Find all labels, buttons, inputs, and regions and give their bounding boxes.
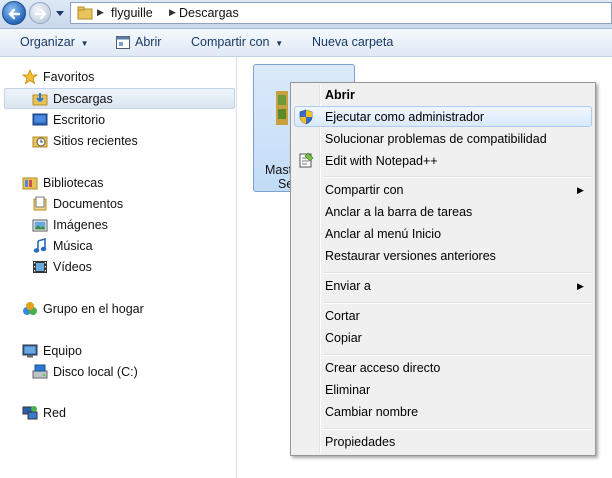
nav-escritorio[interactable]: Escritorio: [53, 113, 105, 127]
nav-disco-local[interactable]: Disco local (C:): [53, 365, 138, 379]
menu-separator: [323, 272, 593, 274]
menu-item-eliminar[interactable]: Eliminar: [325, 383, 370, 397]
network-icon: [22, 406, 38, 420]
share-with-button[interactable]: Compartir con ▼: [191, 35, 283, 49]
menu-item-crear-acceso-directo[interactable]: Crear acceso directo: [325, 361, 440, 375]
menu-item-cambiar-nombre[interactable]: Cambiar nombre: [325, 405, 418, 419]
open-button[interactable]: [116, 36, 130, 50]
share-with-label: Compartir con: [191, 35, 270, 49]
submenu-arrow-icon: ▶: [577, 281, 584, 291]
address-bar-area: ▶ flyguille ▶ Descargas: [0, 0, 612, 29]
open-label[interactable]: Abrir: [135, 35, 161, 49]
navigation-pane: Favoritos Descargas Escritorio Sitios re…: [0, 57, 237, 478]
nav-equipo[interactable]: Equipo: [43, 344, 82, 358]
menu-icon-gutter: [319, 85, 321, 453]
uac-shield-icon: [299, 109, 313, 125]
address-box[interactable]: ▶ flyguille ▶ Descargas: [70, 2, 612, 24]
nav-red[interactable]: Red: [43, 406, 66, 420]
menu-separator: [323, 354, 593, 356]
menu-item-abrir[interactable]: Abrir: [325, 88, 355, 102]
menu-item-copiar[interactable]: Copiar: [325, 331, 362, 345]
recent-pages-dropdown-icon[interactable]: [55, 10, 65, 18]
menu-item-anclar-barra-tareas[interactable]: Anclar a la barra de tareas: [325, 205, 472, 219]
forward-arrow-icon: [34, 8, 47, 20]
breadcrumb-flyguille[interactable]: flyguille: [111, 6, 153, 20]
submenu-arrow-icon: ▶: [577, 185, 584, 195]
nav-sitios-recientes[interactable]: Sitios recientes: [53, 134, 138, 148]
nav-imagenes[interactable]: Imágenes: [53, 218, 108, 232]
nav-documentos[interactable]: Documentos: [53, 197, 123, 211]
nav-musica[interactable]: Música: [53, 239, 93, 253]
documents-icon: [33, 196, 47, 211]
menu-item-enviar-a[interactable]: Enviar a: [325, 279, 371, 293]
desktop-icon: [32, 113, 48, 126]
organize-label: Organizar: [20, 35, 75, 49]
menu-separator: [323, 302, 593, 304]
menu-item-solucionar-compatibilidad[interactable]: Solucionar problemas de compatibilidad: [325, 132, 547, 146]
local-disk-icon: [32, 364, 48, 379]
nav-grupo-hogar[interactable]: Grupo en el hogar: [43, 302, 144, 316]
breadcrumb-separator-icon[interactable]: ▶: [169, 7, 176, 18]
downloads-folder-icon: [32, 93, 48, 106]
menu-item-edit-notepad[interactable]: Edit with Notepad++: [325, 154, 438, 168]
nav-favorites[interactable]: Favoritos: [43, 70, 94, 84]
new-folder-button[interactable]: Nueva carpeta: [312, 35, 393, 49]
music-icon: [33, 238, 47, 253]
menu-item-compartir-con[interactable]: Compartir con: [325, 183, 404, 197]
chevron-down-icon: ▼: [78, 39, 89, 48]
videos-icon: [33, 261, 47, 273]
libraries-icon: [22, 177, 38, 190]
menu-item-ejecutar-como-administrador[interactable]: Ejecutar como administrador: [325, 110, 484, 124]
forward-button[interactable]: [29, 2, 51, 24]
nav-descargas[interactable]: Descargas: [53, 92, 113, 106]
menu-item-anclar-menu-inicio[interactable]: Anclar al menú Inicio: [325, 227, 441, 241]
chevron-down-icon: ▼: [272, 39, 284, 48]
star-favorites-icon: [22, 69, 38, 85]
menu-item-propiedades[interactable]: Propiedades: [325, 435, 395, 449]
back-button[interactable]: [2, 1, 26, 25]
folder-icon: [77, 6, 93, 20]
command-bar: Organizar ▼ Abrir Compartir con ▼ Nueva …: [0, 29, 612, 57]
context-menu: Abrir Ejecutar como administrador Soluci…: [290, 82, 596, 456]
menu-separator: [323, 176, 593, 178]
menu-item-restaurar-versiones[interactable]: Restaurar versiones anteriores: [325, 249, 496, 263]
breadcrumb-separator-icon[interactable]: ▶: [97, 7, 104, 18]
back-arrow-icon: [8, 8, 21, 20]
notepad-plus-plus-icon: [299, 152, 314, 168]
nav-videos[interactable]: Vídeos: [53, 260, 92, 274]
computer-icon: [22, 344, 38, 358]
open-app-icon: [116, 36, 130, 49]
pictures-icon: [32, 219, 48, 232]
nav-bibliotecas[interactable]: Bibliotecas: [43, 176, 103, 190]
menu-item-cortar[interactable]: Cortar: [325, 309, 360, 323]
homegroup-icon: [23, 302, 37, 315]
breadcrumb-descargas[interactable]: Descargas: [179, 6, 239, 20]
organize-button[interactable]: Organizar ▼: [20, 35, 89, 49]
menu-separator: [323, 428, 593, 430]
recent-places-icon: [32, 136, 48, 148]
